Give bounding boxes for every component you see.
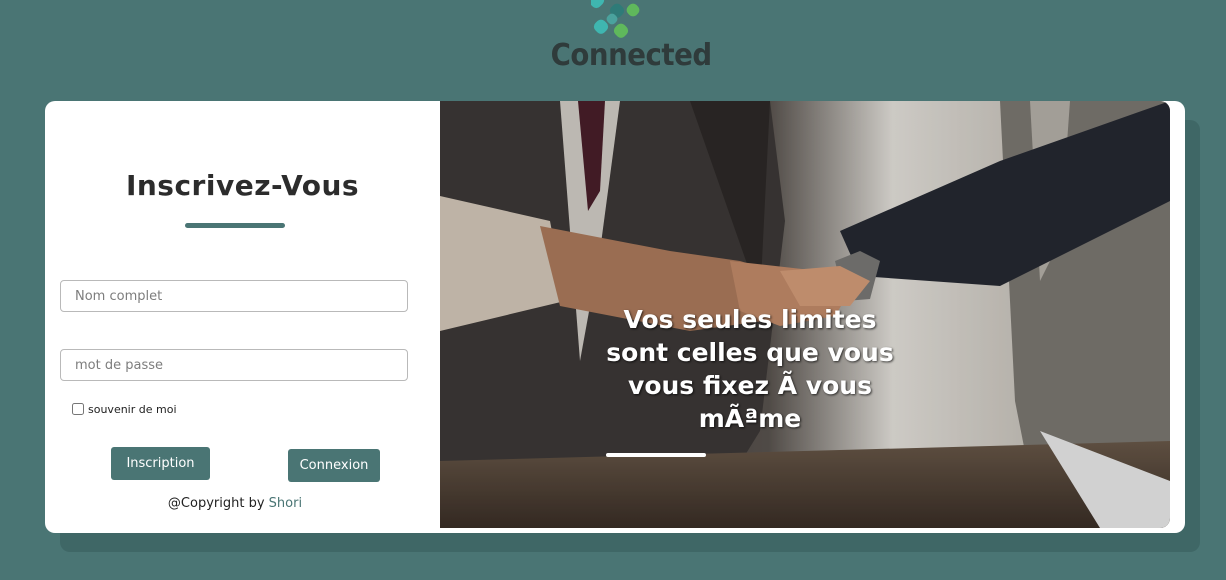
molecule-icon <box>591 0 640 38</box>
login-button[interactable]: Connexion <box>288 449 380 482</box>
password-input[interactable] <box>60 349 408 381</box>
signup-button[interactable]: Inscription <box>111 447 210 480</box>
form-title: Inscrivez-Vous <box>125 169 360 202</box>
handshake-photo: Vos seules limites sont celles que vous … <box>440 101 1170 528</box>
title-underline <box>185 223 285 228</box>
copyright-prefix: @Copyright by <box>167 496 265 511</box>
copyright: @Copyright by Shori <box>45 496 425 511</box>
hero-quote: Vos seules limites sont celles que vous … <box>606 305 894 433</box>
signup-page: Connected Inscrivez-Vous souvenir de moi… <box>0 0 1226 580</box>
full-name-input[interactable] <box>60 280 408 312</box>
copyright-author-link[interactable]: Shori <box>269 496 302 511</box>
brand-logo: Connected <box>545 0 713 76</box>
signup-card: Inscrivez-Vous souvenir de moi Inscripti… <box>45 101 1185 533</box>
remember-me-checkbox[interactable] <box>72 403 84 415</box>
quote-underline <box>606 453 706 457</box>
remember-me[interactable]: souvenir de moi <box>72 401 177 417</box>
remember-me-label: souvenir de moi <box>88 402 177 416</box>
brand-name: Connected <box>550 38 713 73</box>
